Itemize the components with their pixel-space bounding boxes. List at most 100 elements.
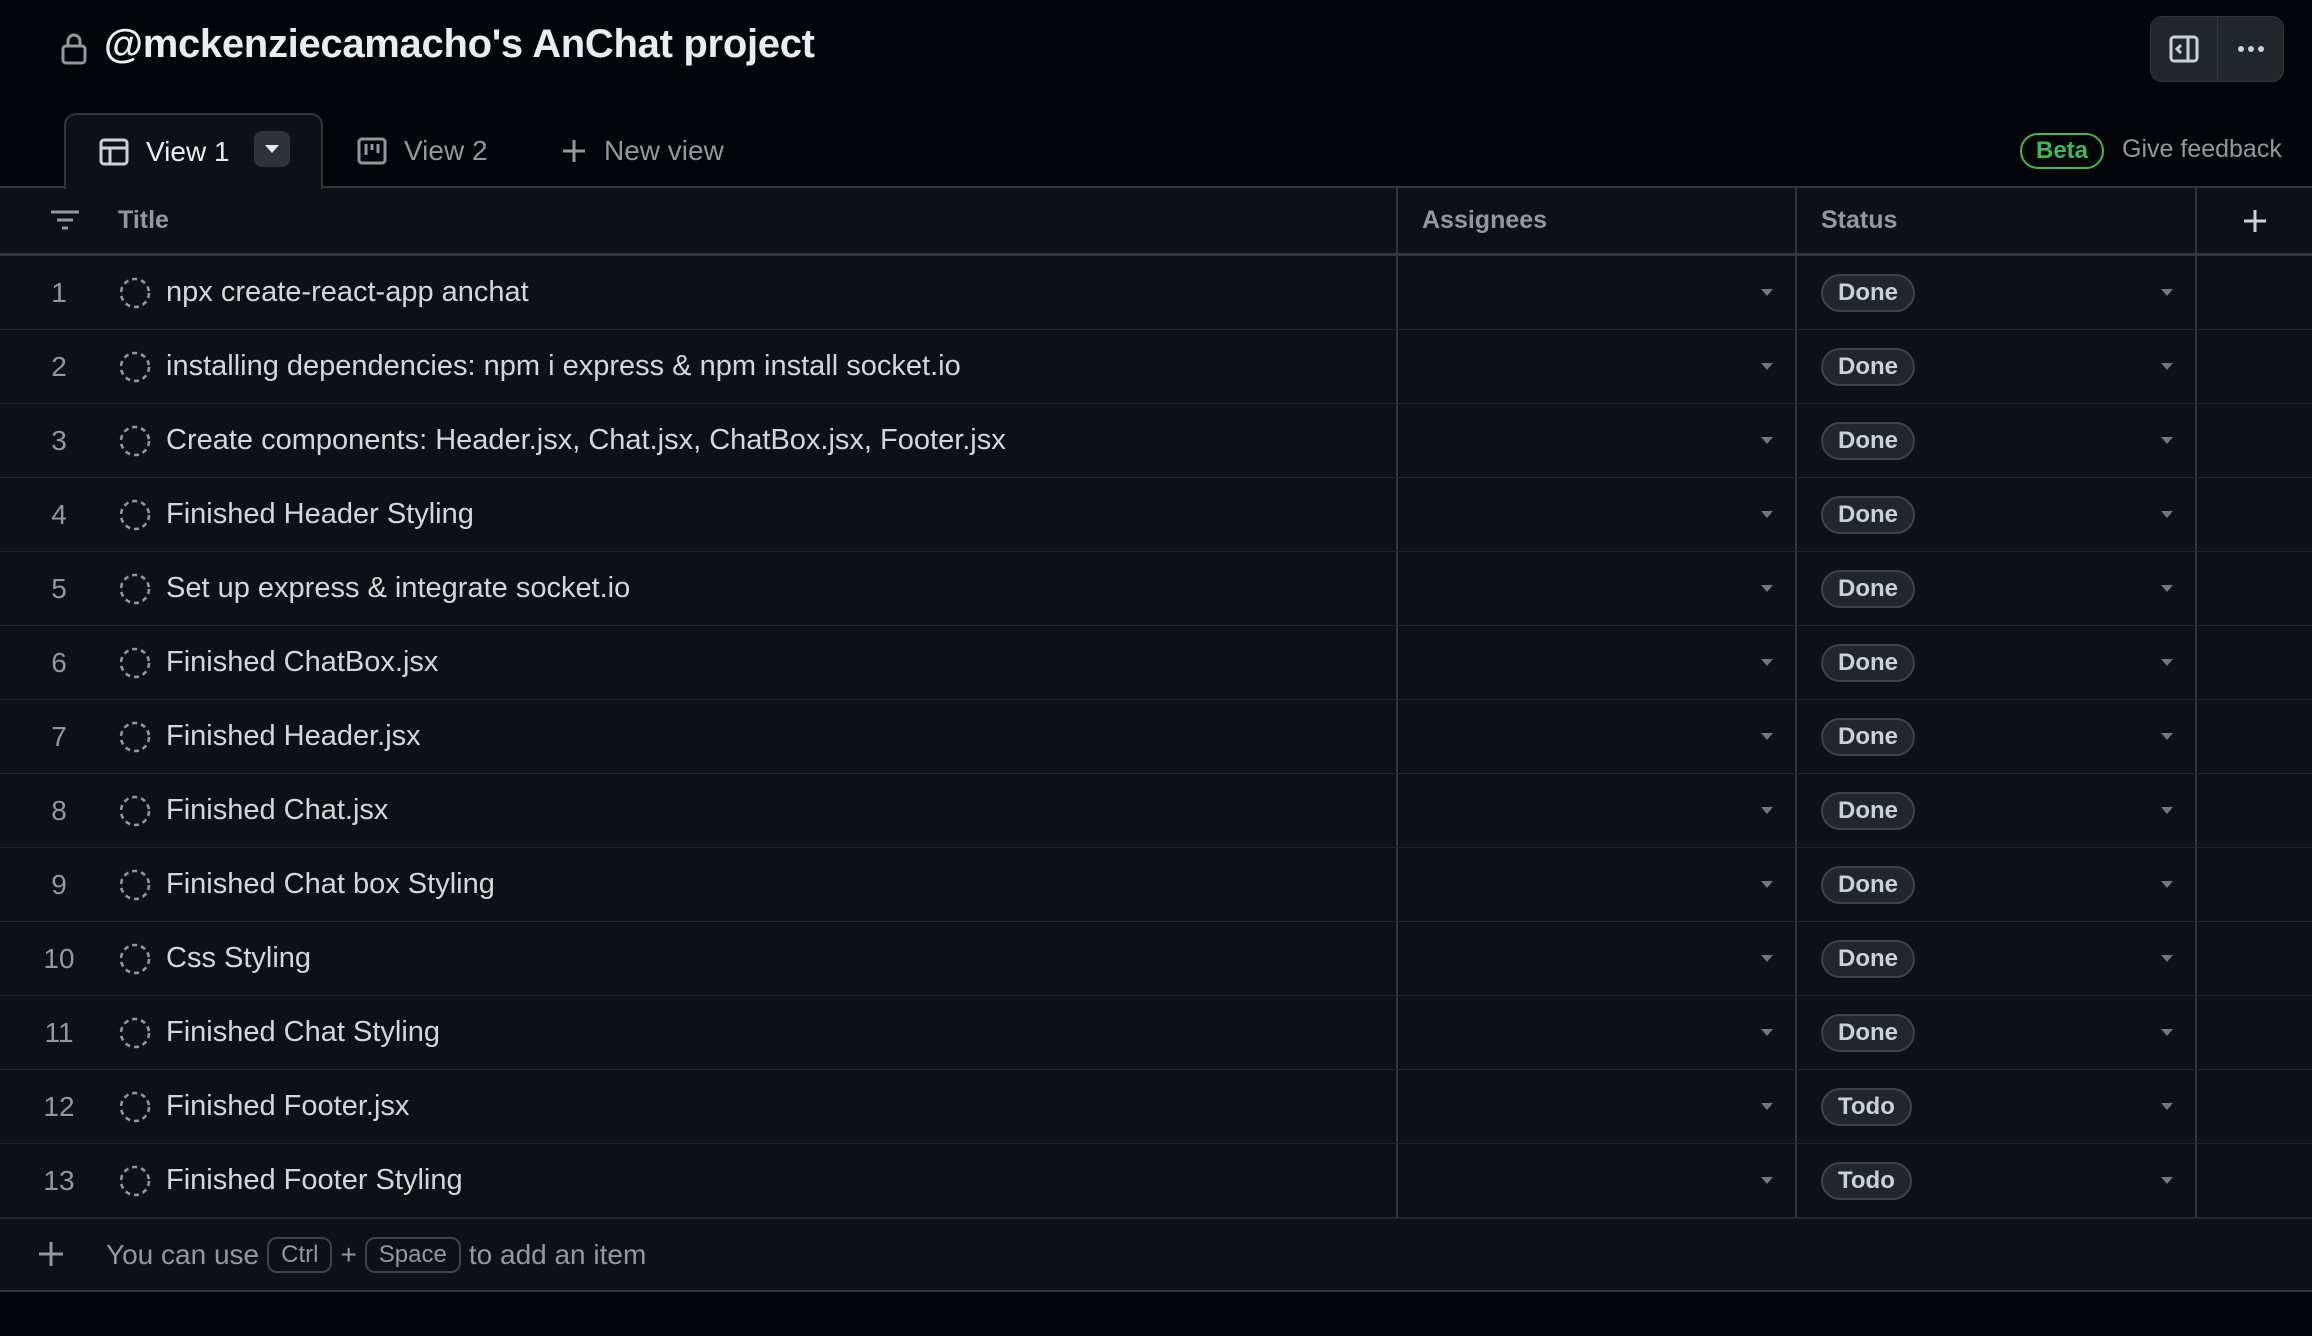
assignees-cell[interactable] (1396, 996, 1795, 1069)
column-header-title[interactable]: Title (118, 188, 169, 253)
table-row[interactable]: 7 Finished Header.jsx Done (0, 700, 2312, 774)
row-number: 9 (51, 868, 67, 900)
view-tabs: View 1 View 2 New view Beta Give feedbac… (0, 113, 2312, 189)
table-row[interactable]: 11 Finished Chat Styling Done (0, 996, 2312, 1070)
table-row[interactable]: 13 Finished Footer Styling Todo (0, 1144, 2312, 1218)
assignees-cell[interactable] (1396, 404, 1795, 477)
title-cell[interactable]: Finished Chat box Styling (118, 848, 1396, 921)
assignees-cell[interactable] (1396, 774, 1795, 847)
sidebar-toggle-button[interactable] (2151, 17, 2217, 81)
add-item-row[interactable]: You can use Ctrl + Space to add an item (0, 1218, 2312, 1292)
row-number: 7 (51, 720, 67, 752)
triangle-down-icon (1761, 584, 1773, 592)
status-cell[interactable]: Done (1795, 922, 2195, 995)
status-cell[interactable]: Done (1795, 552, 2195, 625)
title-cell[interactable]: Finished Header.jsx (118, 700, 1396, 773)
assignees-cell[interactable] (1396, 700, 1795, 773)
triangle-down-icon (1761, 510, 1773, 518)
tab-view-1[interactable]: View 1 (64, 113, 323, 189)
item-title[interactable]: Css Styling (166, 942, 311, 975)
item-title[interactable]: Finished Chat Styling (166, 1016, 440, 1049)
assignees-cell[interactable] (1396, 626, 1795, 699)
draft-issue-icon (118, 1016, 152, 1050)
item-title[interactable]: Finished Footer Styling (166, 1164, 463, 1197)
triangle-down-icon (1761, 1176, 1773, 1184)
row-number: 10 (43, 942, 75, 974)
item-title[interactable]: npx create-react-app anchat (166, 276, 529, 309)
status-cell[interactable]: Done (1795, 256, 2195, 329)
table-row[interactable]: 3 Create components: Header.jsx, Chat.jsx… (0, 404, 2312, 478)
title-cell[interactable]: Finished ChatBox.jsx (118, 626, 1396, 699)
row-number: 5 (51, 572, 67, 604)
column-header-assignees[interactable]: Assignees (1396, 188, 1795, 253)
assignees-cell[interactable] (1396, 922, 1795, 995)
status-cell[interactable]: Done (1795, 330, 2195, 403)
title-cell[interactable]: Create components: Header.jsx, Chat.jsx,… (118, 404, 1396, 477)
status-cell[interactable]: Done (1795, 848, 2195, 921)
status-cell[interactable]: Done (1795, 774, 2195, 847)
assignees-cell[interactable] (1396, 1070, 1795, 1143)
column-header-status[interactable]: Status (1795, 188, 2195, 253)
table-row[interactable]: 12 Finished Footer.jsx Todo (0, 1070, 2312, 1144)
table-row[interactable]: 10 Css Styling Done (0, 922, 2312, 996)
table-row[interactable]: 1 npx create-react-app anchat Done (0, 256, 2312, 330)
draft-issue-icon (118, 424, 152, 458)
item-title[interactable]: Create components: Header.jsx, Chat.jsx,… (166, 424, 1006, 457)
triangle-down-icon (2161, 954, 2173, 962)
item-title[interactable]: installing dependencies: npm i express &… (166, 350, 961, 383)
triangle-down-icon (2161, 362, 2173, 370)
item-title[interactable]: Finished Header Styling (166, 498, 474, 531)
item-title[interactable]: Finished Chat box Styling (166, 868, 495, 901)
status-badge: Done (1821, 643, 1915, 682)
kbd-ctrl: Ctrl (267, 1237, 333, 1273)
status-cell[interactable]: Done (1795, 478, 2195, 551)
title-cell[interactable]: Finished Chat Styling (118, 996, 1396, 1069)
status-cell[interactable]: Done (1795, 996, 2195, 1069)
status-cell[interactable]: Todo (1795, 1070, 2195, 1143)
item-title[interactable]: Finished ChatBox.jsx (166, 646, 438, 679)
plus-icon[interactable] (36, 1239, 66, 1269)
more-options-button[interactable] (2217, 17, 2283, 81)
table-row[interactable]: 6 Finished ChatBox.jsx Done (0, 626, 2312, 700)
status-cell[interactable]: Todo (1795, 1144, 2195, 1217)
status-cell[interactable]: Done (1795, 404, 2195, 477)
kebab-horizontal-icon (2237, 46, 2264, 52)
table-row[interactable]: 2 installing dependencies: npm i express … (0, 330, 2312, 404)
triangle-down-icon (1761, 362, 1773, 370)
title-cell[interactable]: Finished Chat.jsx (118, 774, 1396, 847)
title-cell[interactable]: installing dependencies: npm i express &… (118, 330, 1396, 403)
row-number: 12 (43, 1090, 75, 1122)
draft-issue-icon (118, 1090, 152, 1124)
table-row[interactable]: 8 Finished Chat.jsx Done (0, 774, 2312, 848)
table-row[interactable]: 5 Set up express & integrate socket.io Don… (0, 552, 2312, 626)
title-cell[interactable]: Set up express & integrate socket.io (118, 552, 1396, 625)
new-view-button[interactable]: New view (560, 113, 724, 189)
assignees-cell[interactable] (1396, 848, 1795, 921)
table-row[interactable]: 4 Finished Header Styling Done (0, 478, 2312, 552)
assignees-cell[interactable] (1396, 1144, 1795, 1217)
assignees-cell[interactable] (1396, 256, 1795, 329)
tab-view-options-button[interactable] (254, 131, 290, 167)
assignees-cell[interactable] (1396, 330, 1795, 403)
item-title[interactable]: Finished Chat.jsx (166, 794, 388, 827)
filter-icon[interactable] (48, 206, 82, 236)
table-row[interactable]: 9 Finished Chat box Styling Done (0, 848, 2312, 922)
item-title[interactable]: Set up express & integrate socket.io (166, 572, 630, 605)
tab-view-2[interactable]: View 2 (356, 113, 488, 189)
triangle-down-icon (1761, 732, 1773, 740)
title-cell[interactable]: npx create-react-app anchat (118, 256, 1396, 329)
status-cell[interactable]: Done (1795, 626, 2195, 699)
assignees-cell[interactable] (1396, 552, 1795, 625)
add-field-button[interactable] (2195, 188, 2312, 253)
status-cell[interactable]: Done (1795, 700, 2195, 773)
title-cell[interactable]: Css Styling (118, 922, 1396, 995)
item-title[interactable]: Finished Header.jsx (166, 720, 421, 753)
draft-issue-icon (118, 942, 152, 976)
item-title[interactable]: Finished Footer.jsx (166, 1090, 409, 1123)
give-feedback-link[interactable]: Give feedback (2122, 135, 2282, 164)
title-cell[interactable]: Finished Header Styling (118, 478, 1396, 551)
title-cell[interactable]: Finished Footer Styling (118, 1144, 1396, 1217)
triangle-down-icon (1761, 436, 1773, 444)
title-cell[interactable]: Finished Footer.jsx (118, 1070, 1396, 1143)
assignees-cell[interactable] (1396, 478, 1795, 551)
